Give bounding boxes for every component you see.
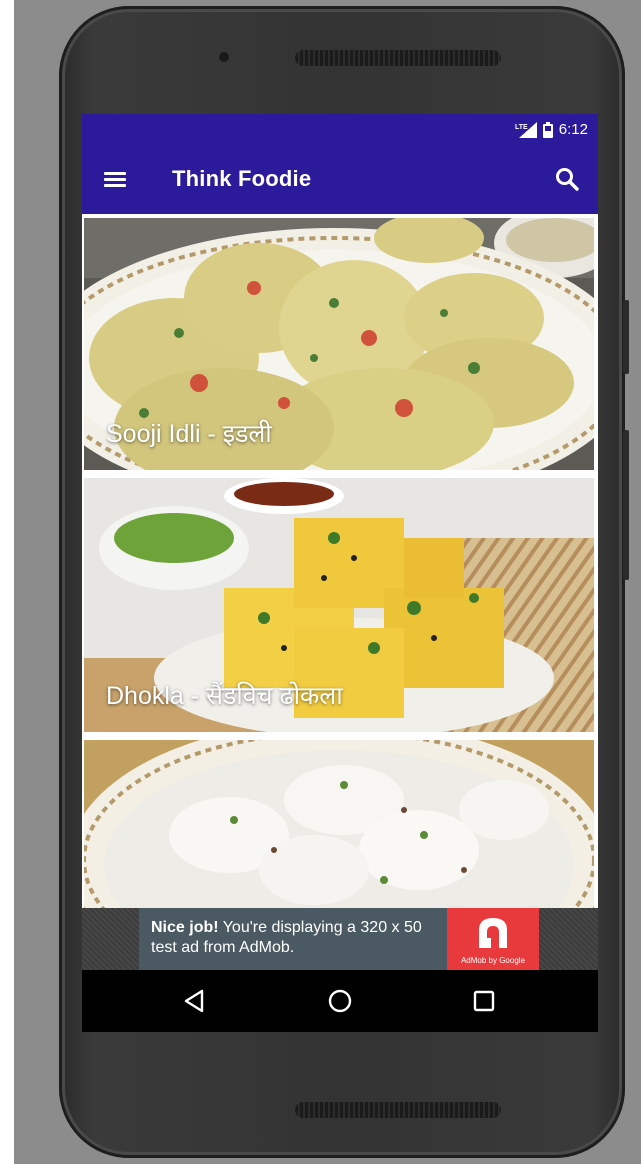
power-button: [623, 300, 629, 374]
ad-content[interactable]: Nice job! You're displaying a 320 x 50 t…: [139, 908, 539, 970]
recipe-label: Dhokla - सैंडविच ढोकला: [106, 682, 343, 710]
ad-banner[interactable]: Nice job! You're displaying a 320 x 50 t…: [82, 908, 598, 970]
bottom-speaker: [295, 1102, 501, 1118]
admob-caption: AdMob by Google: [460, 956, 526, 965]
admob-logo[interactable]: AdMob by Google: [447, 908, 539, 970]
front-camera: [219, 52, 229, 62]
status-time: 6:12: [558, 121, 588, 138]
ad-text: Nice job! You're displaying a 320 x 50 t…: [151, 918, 451, 958]
phone-screen: LTE 6:12 Think Foodie Sooji Idli - इडली …: [82, 114, 598, 1032]
recipe-card-third[interactable]: [84, 740, 594, 908]
recipe-label: Sooji Idli - इडली: [106, 420, 272, 448]
recents-square-icon[interactable]: [469, 986, 499, 1016]
app-title: Think Foodie: [172, 166, 312, 191]
app-bar: Think Foodie: [82, 146, 598, 214]
status-icons: LTE 6:12: [515, 121, 588, 138]
background-edge: [0, 0, 14, 1164]
hamburger-menu-icon[interactable]: [102, 168, 128, 190]
search-icon[interactable]: [554, 166, 580, 192]
recipe-card-dhokla[interactable]: Dhokla - सैंडविच ढोकला: [84, 478, 594, 732]
home-circle-icon[interactable]: [325, 986, 355, 1016]
recipe-card-idli[interactable]: Sooji Idli - इडली: [84, 218, 594, 470]
earpiece-speaker: [295, 50, 501, 66]
lte-signal-icon: LTE: [515, 121, 537, 138]
back-triangle-icon[interactable]: [180, 986, 210, 1016]
navigation-bar: [82, 970, 598, 1032]
status-bar: LTE 6:12: [82, 114, 598, 146]
battery-icon: [542, 121, 553, 138]
rasmalai-food-image: [84, 740, 594, 908]
volume-button: [623, 430, 629, 580]
svg-text:LTE: LTE: [515, 124, 528, 131]
ad-text-bold: Nice job!: [151, 919, 219, 936]
